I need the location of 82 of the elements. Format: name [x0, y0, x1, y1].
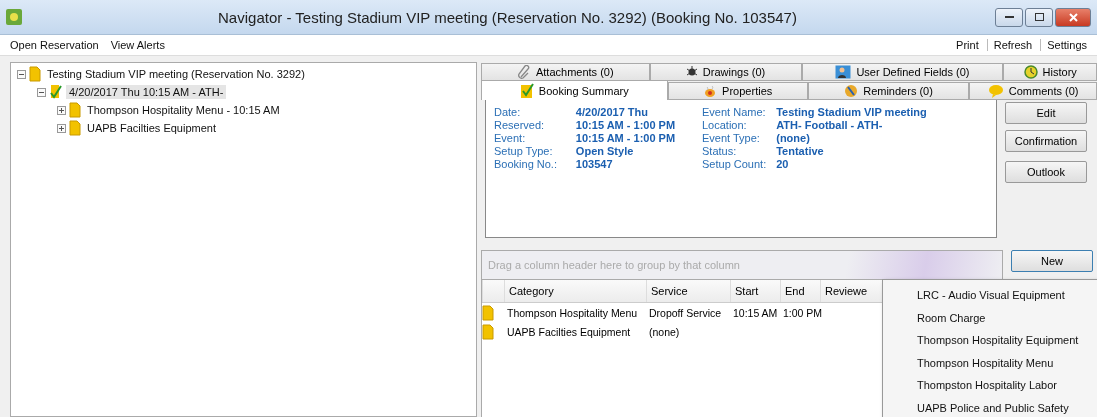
folder-icon: [69, 120, 81, 136]
tab[interactable]: Reminders (0): [807, 82, 970, 100]
field-label: Date:: [494, 106, 522, 118]
menu-item[interactable]: Room Charge: [917, 306, 1097, 329]
action-button[interactable]: Edit: [1005, 102, 1087, 124]
tab[interactable]: Attachments (0): [481, 63, 650, 81]
minimize-button[interactable]: [995, 7, 1023, 27]
close-icon: [1068, 12, 1078, 22]
tab[interactable]: Booking Summary: [481, 80, 668, 100]
field-label: Reserved:: [494, 119, 546, 131]
tab[interactable]: Properties: [667, 82, 808, 100]
folder-icon: [29, 66, 41, 82]
action-button[interactable]: Outlook: [1005, 161, 1087, 183]
menu-item[interactable]: Thompston Hospitality Labor: [917, 374, 1097, 397]
field-label: Setup Count:: [702, 158, 767, 170]
app-icon: [6, 9, 22, 25]
column-header[interactable]: Category: [504, 280, 646, 302]
field-label: Event Name:: [702, 106, 767, 118]
menu-item[interactable]: Thompson Hospitality Equipment: [917, 329, 1097, 352]
collapse-icon[interactable]: [17, 69, 26, 79]
field-label: Booking No.:: [494, 158, 558, 170]
new-button[interactable]: New: [1011, 250, 1093, 272]
expand-icon[interactable]: [57, 123, 66, 133]
folder-icon: [482, 323, 494, 340]
table-cell-text: (none): [648, 325, 681, 338]
folder-icon: [482, 304, 494, 321]
tree-item[interactable]: UAPB Facilties Equipment: [84, 121, 219, 135]
field-value: 103547: [575, 158, 614, 170]
menu-item[interactable]: UAPB Police and Public Safety: [917, 396, 1097, 417]
field-value: (none): [776, 132, 811, 144]
maximize-icon: [1034, 13, 1044, 21]
window-title: Navigator - Testing Stadium VIP meeting (Reservation No. 3292) (Booking No. 103547): [217, 8, 798, 26]
field-label: Location:: [702, 119, 748, 131]
table-cell-text: 10:15 AM: [732, 306, 779, 319]
field-value: Open Style: [575, 145, 635, 157]
check-icon: [49, 84, 63, 100]
menu-item[interactable]: View Alerts: [110, 39, 165, 51]
column-header[interactable]: End: [780, 280, 820, 302]
field-label: Event:: [494, 132, 527, 144]
column-header[interactable]: Service: [646, 280, 730, 302]
tab[interactable]: Drawings (0): [649, 63, 802, 81]
table-cell-text: Thompson Hospitality Menu: [506, 306, 639, 319]
field-value: 4/20/2017 Thu: [575, 106, 649, 118]
field-value: ATH- Football - ATH-: [776, 119, 884, 131]
tree-item[interactable]: Testing Stadium VIP meeting (Reservation No. 3292): [44, 67, 308, 81]
minimize-icon: [1004, 15, 1014, 19]
tree-item[interactable]: 4/20/2017 Thu 10:15 AM - ATH-: [66, 85, 227, 99]
table-cell-text: UAPB Facilties Equipment: [506, 325, 632, 338]
expand-icon[interactable]: [57, 105, 66, 115]
field-value: 20: [776, 158, 790, 170]
group-by-bar: Drag a column header here to group by that column: [481, 250, 1003, 280]
field-value: Tentative: [776, 145, 825, 157]
tab[interactable]: User Defined Fields (0): [801, 63, 1004, 81]
menu-item[interactable]: LRC - Audio Visual Equipment: [917, 284, 1097, 307]
action-button[interactable]: Confirmation: [1005, 130, 1087, 152]
field-value: 10:15 AM - 1:00 PM: [575, 119, 677, 131]
checklist-icon: [519, 82, 534, 99]
close-button[interactable]: [1055, 7, 1091, 27]
menu-item[interactable]: Refresh: [986, 39, 1033, 51]
field-value: 10:15 AM - 1:00 PM: [575, 132, 677, 144]
field-value: Testing Stadium VIP meeting: [776, 106, 927, 118]
speech-bubble-icon: [987, 84, 1004, 98]
folder-icon: [69, 102, 81, 118]
menu-item[interactable]: Print: [950, 39, 979, 51]
menu-item[interactable]: Thompson Hospitality Menu: [917, 351, 1097, 374]
menu-item[interactable]: Settings: [1040, 39, 1087, 51]
paperclip-icon: [516, 65, 531, 79]
table-cell-text: 1:00 PM: [782, 306, 820, 319]
maximize-button[interactable]: [1025, 7, 1053, 27]
collapse-icon[interactable]: [37, 87, 46, 97]
user-icon: [835, 65, 852, 79]
bug-icon: [685, 66, 698, 78]
tab[interactable]: History: [1003, 63, 1097, 81]
table-cell-text: Dropoff Service: [648, 306, 723, 319]
menu-item[interactable]: Open Reservation: [10, 39, 99, 51]
clock-icon: [1023, 65, 1038, 79]
tree-item[interactable]: Thompson Hospitality Menu - 10:15 AM: [84, 103, 283, 117]
field-label: Setup Type:: [494, 145, 554, 157]
field-label: Status:: [702, 145, 738, 157]
field-label: Event Type:: [702, 132, 761, 144]
column-header[interactable]: Start: [730, 280, 780, 302]
tab[interactable]: Comments (0): [969, 82, 1097, 100]
